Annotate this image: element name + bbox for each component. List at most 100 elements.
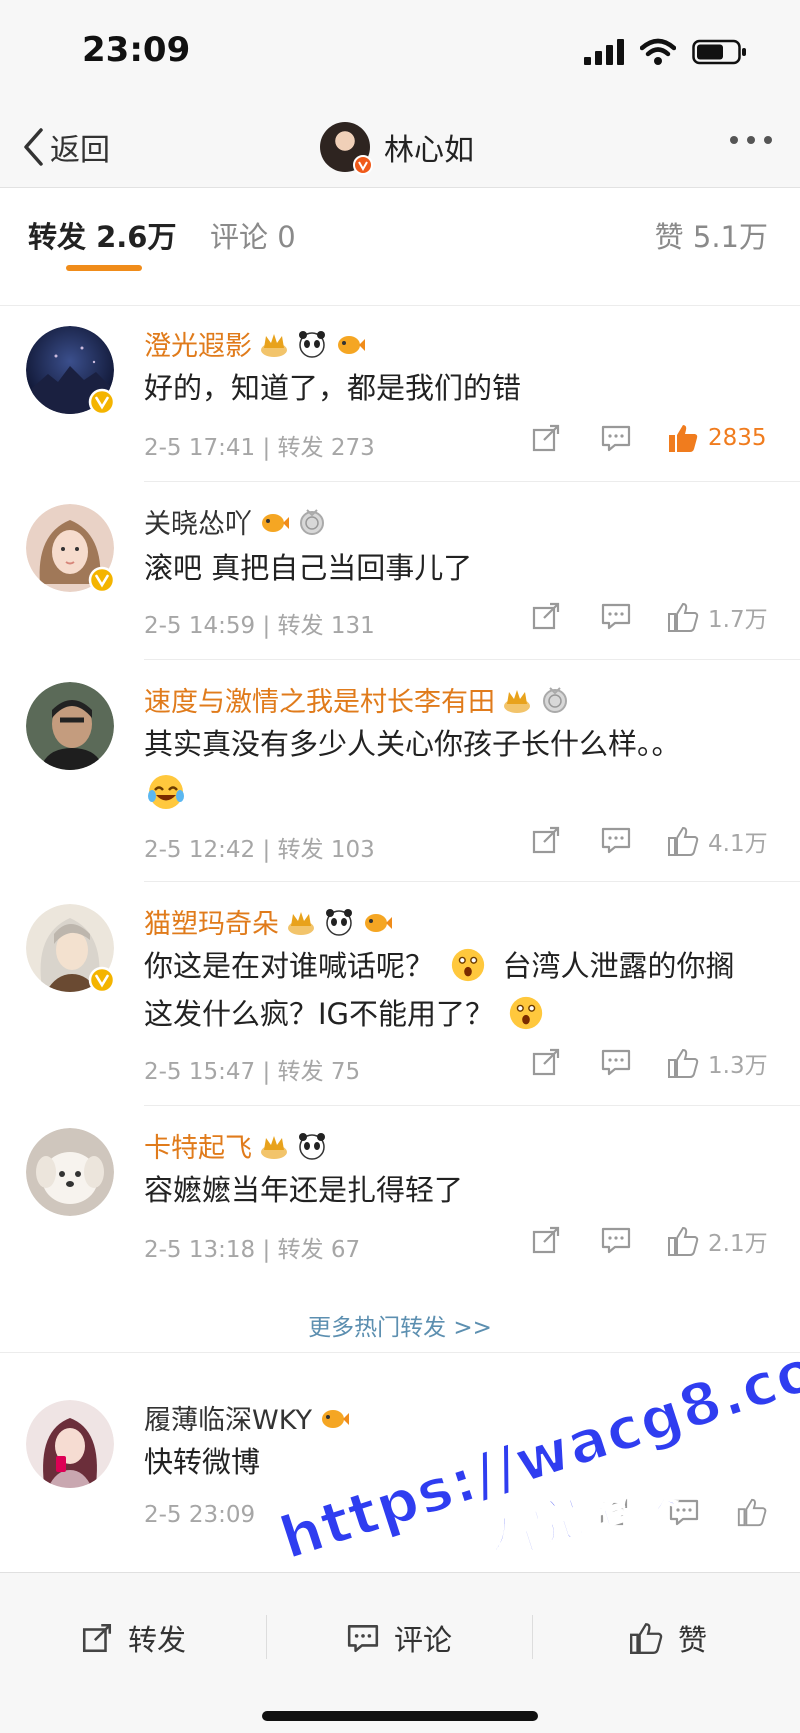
share-icon[interactable] [530,600,562,632]
like-count: 2835 [708,425,767,451]
like-button[interactable]: 4.1万 [666,824,768,858]
timestamp: 2-5 23:09 [144,1502,256,1528]
username-text: 关晓怂吖 [144,509,252,540]
timestamp: 2-5 13:18 | 转发 67 [144,1237,361,1263]
list-item: 猫塑玛奇朵 你这是在对谁喊话呢？ 台湾人泄露的你搁 这发什么疯？IG不能用了？ … [0,882,800,1106]
silver-medal-icon [300,508,324,535]
share-icon[interactable] [530,1046,562,1078]
username-text: 卡特起飞 [144,1133,252,1164]
username[interactable]: 速度与激情之我是村长李有田 [144,680,571,719]
tab-bar: 转发 2.6万 评论 0 赞 5.1万 [0,188,800,274]
thumbs-up-icon [669,425,698,452]
like-button[interactable]: 2835 [666,422,767,454]
status-bar: 23:09 [0,0,800,108]
repost-label: 转发 [128,1623,187,1657]
tab-indicator [66,265,142,271]
shocked-emoji-icon [452,948,485,982]
more-button[interactable] [730,136,772,144]
thumbs-up-icon[interactable] [736,1496,768,1528]
list-item: 卡特起飞 容嬷嬷当年还是扎得轻了 2-5 13:18 | 转发 67 2.1万 [0,1106,800,1286]
like-button[interactable]: 1.7万 [666,600,768,634]
comment-text: 好的，知道了，都是我们的错 [144,371,522,405]
like-button[interactable]: 赞 [628,1617,707,1659]
username[interactable]: 履薄临深WKY [144,1398,350,1437]
list-item: 关晓怂吖 滚吧 真把自己当回事儿了 2-5 14:59 | 转发 131 1.7… [0,482,800,660]
like-count: 2.1万 [708,1231,768,1257]
avatar[interactable] [26,326,116,416]
goldfish-icon [262,513,289,532]
avatar[interactable] [26,904,116,994]
more-dot-icon [764,136,772,144]
divider [0,1352,800,1353]
goldfish-icon [338,335,365,354]
list-item: 澄光遐影 好的，知道了，都是我们的错 2-5 17:41 | 转发 273 28… [0,306,800,482]
avatar[interactable] [26,1128,114,1216]
username[interactable]: 关晓怂吖 [144,502,328,541]
back-button[interactable]: 返回 [22,122,110,172]
username[interactable]: 澄光遐影 [144,324,366,363]
verified-icon [88,388,116,416]
timestamp: 2-5 14:59 | 转发 131 [144,613,375,639]
meta-row: 2-5 23:09 [144,1496,784,1536]
separator [532,1615,533,1659]
like-button[interactable]: 1.3万 [666,1046,768,1080]
list-item-partial [0,274,800,306]
tab-comment[interactable]: 评论 0 [210,214,296,256]
thumbs-up-icon [668,1048,699,1078]
tab-repost[interactable]: 转发 2.6万 [28,214,176,256]
meta-row: 2-5 12:42 | 转发 103 4.1万 [144,824,784,864]
avatar-image [26,682,114,770]
share-icon[interactable] [530,1224,562,1256]
comment-text: 滚吧 真把自己当回事儿了 [144,551,473,585]
meta-row: 2-5 17:41 | 转发 273 2835 [144,422,784,462]
username[interactable]: 猫塑玛奇朵 [144,902,393,941]
crown-icon [261,1135,287,1159]
page-title: 林心如 [384,133,474,168]
comment-icon[interactable] [600,1224,632,1256]
username-text: 履薄临深WKY [144,1405,312,1436]
share-icon[interactable] [530,422,562,454]
home-indicator[interactable] [262,1711,538,1721]
username[interactable]: 卡特起飞 [144,1126,328,1165]
panda-icon [299,1132,325,1160]
avatar-image [26,1400,114,1488]
timestamp: 2-5 12:42 | 转发 103 [144,837,375,863]
thumbs-up-icon [630,1623,663,1654]
shocked-emoji-icon [510,996,543,1030]
crown-icon [504,689,530,713]
username-text: 猫塑玛奇朵 [144,909,279,940]
like-count: 4.1万 [708,831,768,857]
comment-icon[interactable] [600,1046,632,1078]
nav-user[interactable]: 林心如 [320,116,474,178]
comment-icon[interactable] [600,600,632,632]
like-button[interactable]: 2.1万 [666,1224,768,1258]
status-time: 23:09 [82,30,191,70]
avatar-image [26,1128,114,1216]
avatar[interactable] [26,1400,114,1488]
comment-text-part: 台湾人泄露的你搁 [502,949,735,983]
comment-text-part: 你这是在对谁喊话呢？ [144,949,435,983]
share-icon[interactable] [598,1496,630,1528]
wifi-icon [640,38,676,65]
comment-text: 其实真没有多少人关心你孩子长什么样。。 [144,727,681,761]
silver-medal-icon [543,686,567,713]
thumbs-up-icon [668,602,699,632]
crown-icon [288,911,314,935]
more-dot-icon [747,136,755,144]
nav-bar: 返回 林心如 [0,108,800,188]
avatar [320,122,373,175]
avatar[interactable] [26,504,116,594]
share-icon[interactable] [530,824,562,856]
repost-button[interactable]: 转发 [80,1617,186,1659]
comment-icon[interactable] [668,1496,700,1528]
share-icon [82,1623,112,1653]
comment-icon[interactable] [600,824,632,856]
crown-icon [261,333,287,357]
tab-like[interactable]: 赞 5.1万 [655,214,768,256]
more-hot-reposts-link[interactable]: 更多热门转发 >> [0,1308,800,1342]
avatar[interactable] [26,682,114,770]
comment-button[interactable]: 评论 [346,1617,452,1659]
verified-icon [88,966,116,994]
thumbs-up-icon [668,826,699,856]
comment-icon[interactable] [600,422,632,454]
